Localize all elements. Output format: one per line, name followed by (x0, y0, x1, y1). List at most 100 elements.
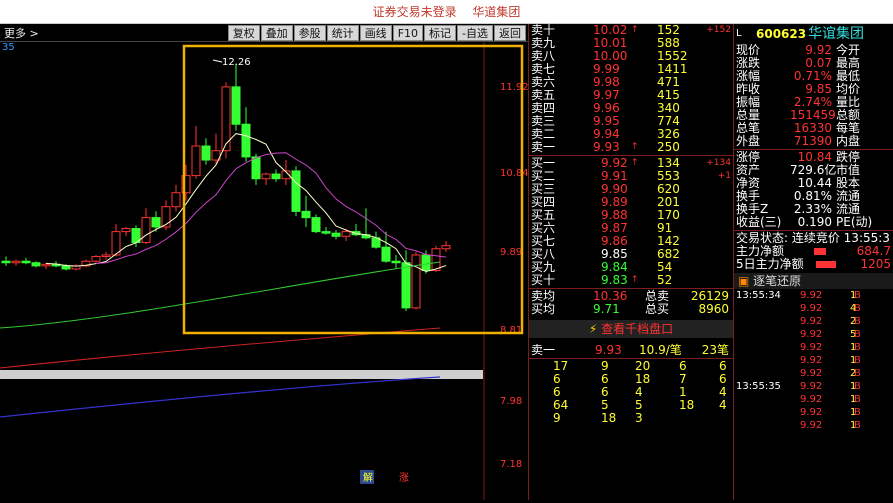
tick-flag: B (854, 368, 861, 379)
queue-cell: 3 (635, 411, 643, 425)
candle-body[interactable] (381, 246, 391, 262)
candle-body[interactable] (391, 260, 401, 264)
ask-row[interactable]: 卖六 9.98 471 (529, 76, 733, 89)
ask-row[interactable]: 卖一 9.93 ↑ 250 (529, 141, 733, 154)
ask-row[interactable]: 卖四 9.96 340 (529, 102, 733, 115)
mark-button[interactable]: 标记 (424, 25, 457, 41)
candle-body[interactable] (301, 210, 311, 219)
tick-flag: B (854, 329, 861, 340)
chart-toolbar: 更多 > 复权 叠加 参股 统计 画线 F10 标记 -自选 返回 (0, 24, 528, 42)
candle-body[interactable] (261, 173, 271, 180)
candle-body[interactable] (311, 217, 321, 233)
price-tick: 10.84 (500, 168, 528, 179)
candle-body[interactable] (191, 145, 201, 177)
bid-row[interactable]: 买九 9.84 54 (529, 261, 733, 274)
ask-row[interactable]: 卖九 10.01 588 (529, 37, 733, 50)
queue-level: 卖一 (531, 343, 556, 357)
watchlist-button[interactable]: -自选 (457, 25, 493, 41)
fundamental-value: 0.190 (797, 215, 832, 229)
tick-row: 9.92 1 B (734, 393, 893, 406)
tick-row: 9.92 2 B (734, 367, 893, 380)
candle-body[interactable] (101, 254, 111, 258)
queue-grid: 17 9 20 6 6 6 6 18 7 6 6 6 4 1 4 64 5 5 18 4 9 18 3 (529, 360, 733, 425)
candle-body[interactable] (251, 156, 261, 180)
overlay-button[interactable]: 叠加 (260, 25, 293, 41)
ask-row[interactable]: 卖七 9.99 1411 (529, 63, 733, 76)
tick-price: 9.92 (800, 290, 823, 301)
candle-body[interactable] (341, 231, 351, 237)
tick-price: 9.92 (800, 329, 823, 340)
candle-body[interactable] (421, 254, 431, 272)
kline-svg[interactable]: 35 11.92 10.84 9.89 8.81 7.98 7.18 12.26… (0, 42, 529, 500)
candle-body[interactable] (431, 248, 441, 272)
bid-row[interactable]: 买五 9.88 170 (529, 209, 733, 222)
candle-body[interactable] (1, 260, 11, 264)
tick-flag: B (854, 420, 861, 431)
candle-body[interactable] (241, 123, 251, 158)
kline-chart[interactable]: 35 11.92 10.84 9.89 8.81 7.98 7.18 12.26… (0, 42, 529, 500)
stats-button[interactable]: 统计 (326, 25, 359, 41)
candle-body[interactable] (411, 254, 421, 309)
f10-button[interactable]: F10 (392, 25, 424, 41)
ask-row[interactable]: 卖五 9.97 415 (529, 89, 733, 102)
bid-change: +1 (717, 171, 731, 181)
tick-price: 9.92 (800, 420, 823, 431)
holdings-button[interactable]: 参股 (293, 25, 326, 41)
ask-list: 卖十 10.02 ↑ 152 +152 卖九 10.01 588 卖八 10.00 1552 卖七 9.… (529, 24, 733, 154)
buy-avg-label: 买均 (531, 302, 556, 316)
bid-row[interactable]: 买三 9.90 620 (529, 183, 733, 196)
fundamentals-table: 涨停 10.84 跌停 资产 729.6亿 市值 净资 10.44 股本 换手 0.81% 流通 换手Z… (734, 151, 893, 229)
candle-body[interactable] (121, 228, 131, 233)
queue-cell: 9 (553, 411, 561, 425)
back-button[interactable]: 返回 (494, 25, 526, 41)
candle-body[interactable] (41, 263, 51, 267)
ask-row[interactable]: 卖八 10.00 1552 (529, 50, 733, 63)
candle-body[interactable] (91, 256, 101, 262)
bid-row[interactable]: 买十 9.83 ↑ 52 (529, 274, 733, 287)
candle-body[interactable] (171, 192, 181, 208)
adjust-button[interactable]: 复权 (227, 25, 260, 41)
candle-body[interactable] (141, 217, 151, 244)
order-book-panel: 卖十 10.02 ↑ 152 +152 卖九 10.01 588 卖八 10.00 1552 卖七 9.… (528, 24, 733, 500)
high-price-label: 12.26 (222, 57, 251, 68)
ask-row[interactable]: 卖二 9.94 326 (529, 128, 733, 141)
candle-body[interactable] (321, 231, 331, 234)
ask-row[interactable]: 卖三 9.95 774 (529, 115, 733, 128)
candle-body[interactable] (11, 260, 21, 264)
bid-row[interactable]: 买一 9.92 ↑ 134 +134 (529, 157, 733, 170)
queue-price: 9.93 (595, 343, 622, 357)
candle-body[interactable] (441, 245, 451, 250)
buy-avg-value: 9.71 (593, 302, 620, 316)
bid-row[interactable]: 买八 9.85 682 (529, 248, 733, 261)
candle-body[interactable] (21, 260, 31, 264)
candle-body[interactable] (31, 262, 41, 267)
candle-body[interactable] (291, 170, 301, 212)
thousand-level-toggle[interactable]: ⚡ 查看千档盘口 (529, 320, 733, 338)
bid-row[interactable]: 买二 9.91 553 +1 (529, 170, 733, 183)
bid-row[interactable]: 买四 9.89 201 (529, 196, 733, 209)
tick-price: 9.92 (800, 407, 823, 418)
candle-body[interactable] (61, 265, 71, 270)
tick-tab-label: 逐笔还原 (753, 274, 802, 288)
five-day-net-row: 5日主力净额 1205 (734, 258, 893, 271)
login-status[interactable]: 证券交易未登录 (373, 5, 457, 19)
high-pointer (212, 59, 223, 63)
candle-body[interactable] (401, 262, 411, 309)
more-menu-button[interactable]: 更多 > (4, 25, 39, 41)
queue-row: 9 18 3 (529, 412, 733, 425)
candle-body[interactable] (151, 217, 161, 228)
buy-summary-row: 买均 9.71 总买 8960 (529, 303, 733, 316)
candle-body[interactable] (201, 145, 211, 161)
stock-code: 600623 (756, 27, 807, 41)
price-tick: 8.81 (500, 325, 522, 336)
candle-body[interactable] (271, 173, 281, 180)
bid-row[interactable]: 买七 9.86 142 (529, 235, 733, 248)
tick-row: 13:55:35 9.92 1 B (734, 380, 893, 393)
candle-body[interactable] (231, 86, 241, 125)
total-buy-label: 总买 (645, 302, 670, 316)
candle-body[interactable] (331, 232, 341, 237)
bid-row[interactable]: 买六 9.87 91 (529, 222, 733, 235)
tick-tab[interactable]: ▣ 逐笔还原 (734, 273, 893, 289)
ask-row[interactable]: 卖十 10.02 ↑ 152 +152 (529, 24, 733, 37)
draw-line-button[interactable]: 画线 (359, 25, 392, 41)
